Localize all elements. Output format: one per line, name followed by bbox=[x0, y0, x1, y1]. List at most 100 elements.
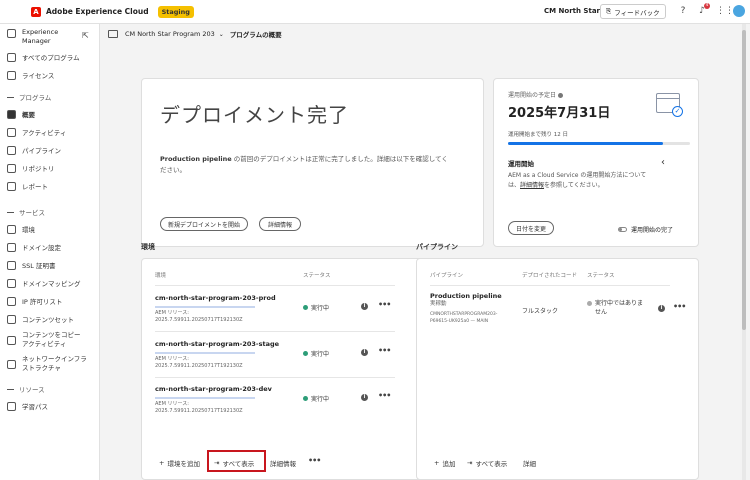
pipeline-stack: フルスタック bbox=[522, 308, 559, 315]
folder-icon bbox=[7, 52, 16, 62]
report-icon bbox=[7, 181, 16, 191]
overview-icon bbox=[7, 109, 16, 119]
sidebar-item-copy-content[interactable]: コンテンツをコピー アクティビティ bbox=[0, 329, 100, 351]
network-icon bbox=[7, 359, 16, 369]
apps-grid-icon[interactable]: ⋮⋮ bbox=[716, 6, 734, 16]
sidebar-item-learning-path[interactable]: 学習パス bbox=[0, 398, 100, 414]
collapse-sidebar-icon[interactable]: ⇱ bbox=[82, 31, 89, 40]
avatar[interactable] bbox=[733, 5, 745, 17]
more-icon[interactable]: ••• bbox=[378, 300, 391, 309]
copy-icon bbox=[7, 335, 16, 345]
golive-complete-toggle[interactable]: 運用開始の完了 bbox=[618, 225, 673, 234]
status-col-header: ステータス bbox=[303, 273, 331, 279]
add-pipeline-button[interactable]: + 追加 bbox=[434, 458, 455, 468]
ip-icon bbox=[7, 296, 16, 306]
golive-remaining: 運用開始まで残り 12 日 bbox=[508, 132, 568, 138]
sidebar-item-activity[interactable]: アクティビティ bbox=[0, 124, 100, 140]
status-badge: 実行中 bbox=[303, 303, 329, 312]
chart-icon bbox=[7, 70, 16, 80]
link-icon bbox=[7, 278, 16, 288]
add-environment-button[interactable]: + 環境を追加 bbox=[159, 458, 200, 468]
pipelines-title: パイプライン bbox=[416, 243, 458, 251]
help-icon[interactable]: ? bbox=[678, 6, 688, 16]
folder-icon bbox=[7, 163, 16, 173]
start-deployment-button[interactable]: 新規デプロイメントを開始 bbox=[160, 217, 248, 231]
sidebar-item-domain-mapping[interactable]: ドメインマッピング bbox=[0, 275, 100, 291]
feedback-button[interactable]: ⎘ フィードバック bbox=[600, 4, 666, 19]
env-name[interactable]: cm-north-star-program-203-prod bbox=[155, 294, 276, 302]
home-icon bbox=[7, 29, 16, 38]
sidebar-item-all-programs[interactable]: すべてのプログラム bbox=[0, 49, 100, 65]
env-name[interactable]: cm-north-star-program-203-dev bbox=[155, 385, 272, 393]
sidebar: Experience Manager ⇱ すべてのプログラム ライセンス プログラ… bbox=[0, 24, 100, 480]
environment-details-button[interactable]: 詳細情報 bbox=[270, 458, 296, 468]
more-icon[interactable]: ••• bbox=[378, 391, 391, 400]
sidebar-item-licenses[interactable]: ライセンス bbox=[0, 67, 100, 83]
sidebar-item-reports[interactable]: レポート bbox=[0, 178, 100, 194]
sidebar-item-ip-allow[interactable]: IP 許可リスト bbox=[0, 293, 100, 309]
sidebar-item-content-sets[interactable]: コンテンツセット bbox=[0, 311, 100, 327]
env-release: AEM リリース: 2025.7.59911.20250717T192130Z bbox=[155, 310, 243, 323]
box-icon bbox=[7, 314, 16, 324]
sidebar-item-overview[interactable]: 概要 bbox=[0, 106, 100, 122]
env-name[interactable]: cm-north-star-program-203-stage bbox=[155, 340, 279, 348]
bell-icon bbox=[7, 127, 16, 137]
brand-name[interactable]: Adobe Experience Cloud bbox=[46, 7, 149, 16]
sidebar-item-pipelines[interactable]: パイプライン bbox=[0, 142, 100, 158]
pipeline-details-button[interactable]: 詳細 bbox=[523, 458, 536, 468]
more-icon[interactable]: ••• bbox=[378, 346, 391, 355]
scrollbar-thumb[interactable] bbox=[742, 30, 746, 330]
plus-icon: + bbox=[159, 459, 165, 467]
show-all-pipelines-button[interactable]: ⇥ すべて表示 bbox=[467, 458, 507, 468]
pipeline-icon bbox=[7, 145, 16, 155]
deployment-details-button[interactable]: 詳細情報 bbox=[259, 217, 301, 231]
env-release: AEM リリース: 2025.7.59911.20250717T192130Z bbox=[155, 356, 243, 369]
sidebar-section-resources[interactable]: リソース bbox=[7, 384, 45, 394]
staging-badge: Staging bbox=[157, 5, 194, 18]
feedback-icon: ⎘ bbox=[606, 7, 612, 15]
status-badge: 実行中 bbox=[303, 349, 329, 358]
org-switcher[interactable]: CM North Star bbox=[544, 7, 600, 15]
pipeline-col-header: パイプライン bbox=[430, 273, 464, 279]
toggle-switch[interactable] bbox=[618, 227, 627, 232]
sidebar-section-services[interactable]: サービス bbox=[7, 207, 45, 217]
more-icon[interactable]: ••• bbox=[673, 302, 686, 311]
chevron-down-icon[interactable]: ⌄ bbox=[219, 31, 224, 38]
sidebar-item-domain-settings[interactable]: ドメイン設定 bbox=[0, 239, 100, 255]
globe-icon bbox=[7, 242, 16, 252]
adobe-logo-icon[interactable]: A bbox=[31, 6, 41, 17]
info-icon[interactable]: i bbox=[658, 305, 665, 312]
sidebar-item-ssl[interactable]: SSL 証明書 bbox=[0, 257, 100, 273]
environments-title: 環境 bbox=[141, 243, 155, 251]
env-col-header: 環境 bbox=[155, 273, 167, 279]
sidebar-item-repositories[interactable]: リポジトリ bbox=[0, 160, 100, 176]
certificate-icon bbox=[7, 260, 16, 270]
info-icon[interactable]: i bbox=[361, 303, 368, 310]
sidebar-section-program[interactable]: プログラム bbox=[7, 92, 51, 102]
sidebar-app-title[interactable]: Experience Manager bbox=[7, 28, 58, 46]
change-date-button[interactable]: 日付を変更 bbox=[508, 221, 554, 235]
pipelines-card: パイプライン デプロイされたコード ステータス Production pipel… bbox=[416, 258, 699, 480]
database-icon bbox=[7, 224, 16, 234]
deployment-title: デプロイメント完了 bbox=[160, 103, 349, 127]
info-icon bbox=[557, 93, 563, 98]
list-icon: ⇥ bbox=[467, 459, 473, 467]
info-icon[interactable]: i bbox=[361, 349, 368, 356]
chevron-left-icon[interactable]: ‹ bbox=[661, 157, 665, 168]
golive-details-link[interactable]: 詳細情報 bbox=[520, 182, 544, 189]
program-icon bbox=[108, 30, 118, 38]
sidebar-item-network[interactable]: ネットワークインフラ ストラクチャ bbox=[0, 353, 100, 375]
pipeline-name[interactable]: Production pipeline bbox=[430, 292, 502, 300]
program-switcher[interactable]: CM North Star Program 203 bbox=[125, 30, 215, 38]
deployment-message: Production pipeline の前回のデプロイメントは正常に完了しまし… bbox=[160, 155, 448, 174]
env-release: AEM リリース: 2025.7.59911.20250717T192130Z bbox=[155, 401, 243, 414]
more-icon[interactable]: ••• bbox=[308, 456, 321, 465]
notification-badge: 4 bbox=[704, 3, 710, 9]
pipeline-trigger: 実稼動 bbox=[430, 301, 447, 307]
pipeline-repo: CMNORTHSTARPROGRAM203- P69615-UK925a0 — M… bbox=[430, 312, 498, 324]
info-icon[interactable]: i bbox=[361, 394, 368, 401]
status-badge: 実行中 bbox=[303, 394, 329, 403]
sidebar-item-environments[interactable]: 環境 bbox=[0, 221, 100, 237]
highlight-box bbox=[207, 450, 266, 472]
golive-card: 運用開始の予定日 2025年7月31日 ✓ 運用開始まで残り 12 日 運用開始… bbox=[493, 78, 699, 247]
